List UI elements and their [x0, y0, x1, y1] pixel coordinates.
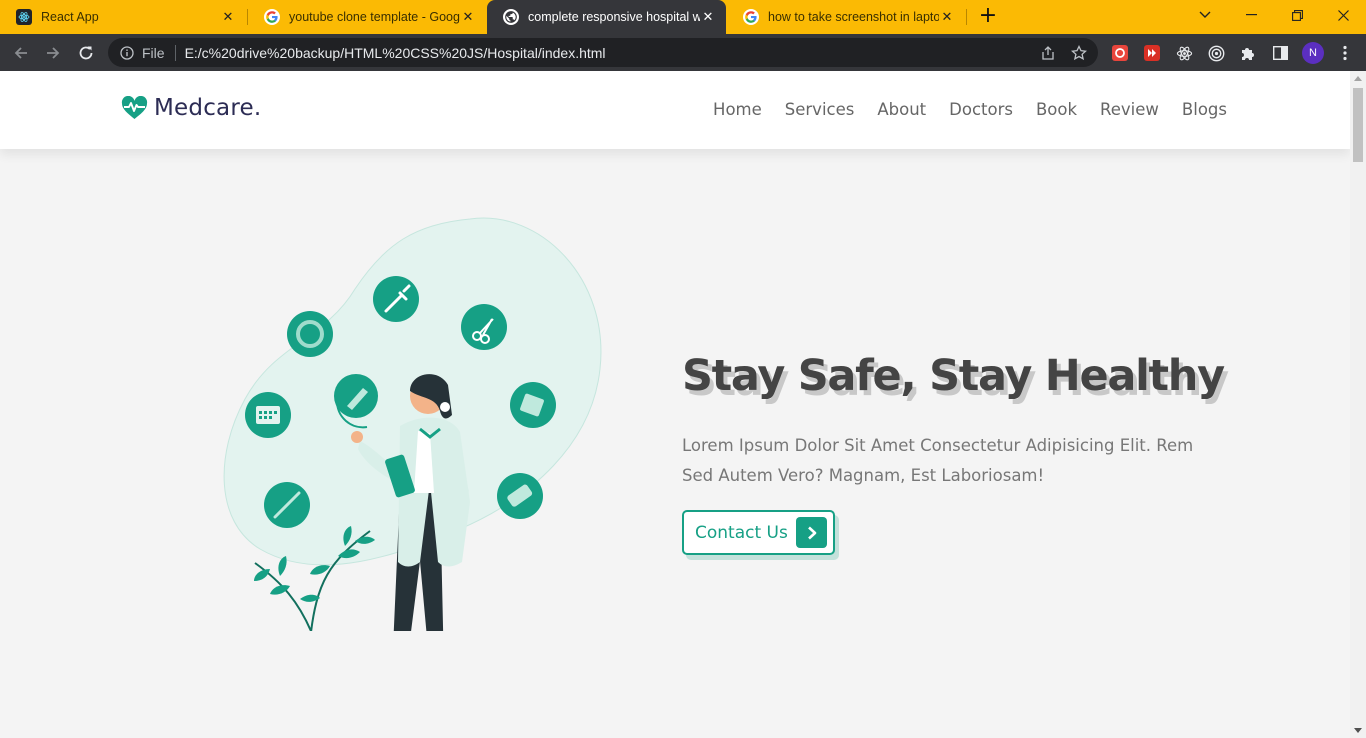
google-icon [743, 9, 759, 25]
tab-title: React App [41, 10, 99, 24]
close-window-button[interactable] [1320, 0, 1366, 30]
video-speed-extension-icon[interactable] [1143, 44, 1161, 62]
doctor-illustration [223, 217, 602, 631]
bookmark-star-icon[interactable] [1069, 44, 1089, 62]
side-panel-icon[interactable] [1271, 44, 1289, 62]
nav-link-review[interactable]: Review [1100, 100, 1159, 119]
syringe-icon [373, 276, 419, 322]
close-icon[interactable]: ✕ [460, 10, 476, 25]
tab-title: youtube clone template - Google [289, 10, 460, 24]
logo-text: Medcare. [154, 95, 262, 121]
globe-icon [503, 9, 519, 25]
profile-avatar[interactable]: N [1302, 42, 1324, 64]
nav-link-home[interactable]: Home [713, 100, 762, 119]
new-tab-button[interactable]: + [976, 5, 1000, 29]
google-icon [264, 9, 280, 25]
tab-strip: React App ✕ youtube clone template - Goo… [0, 0, 1366, 34]
share-icon[interactable] [1038, 44, 1058, 62]
tab-youtube-clone[interactable]: youtube clone template - Google ✕ [248, 0, 486, 34]
ring-icon [287, 311, 333, 357]
arrow-left-icon [14, 47, 27, 59]
reload-button[interactable] [73, 40, 99, 66]
scheme-label: File [142, 44, 165, 61]
browser-toolbar: File E:/c%20drive%20backup/HTML%20CSS%20… [0, 34, 1366, 71]
close-icon[interactable]: ✕ [939, 10, 955, 25]
site-header: Medcare. Home Services About Doctors Boo… [0, 71, 1350, 149]
tab-hospital-website[interactable]: complete responsive hospital web ✕ [487, 0, 726, 34]
back-button[interactable] [8, 40, 34, 66]
tablet-pack-icon [510, 382, 556, 428]
close-icon[interactable]: ✕ [220, 10, 236, 25]
nav-link-book[interactable]: Book [1036, 100, 1077, 119]
screen-recorder-extension-icon[interactable] [1111, 44, 1129, 62]
tab-separator [966, 9, 967, 25]
close-icon[interactable]: ✕ [700, 10, 716, 25]
chevron-right-icon [796, 517, 827, 548]
url-text[interactable]: E:/c%20drive%20backup/HTML%20CSS%20JS/Ho… [185, 45, 606, 61]
tab-search-button[interactable] [1182, 0, 1228, 30]
site-logo[interactable]: Medcare. [121, 95, 261, 121]
scroll-up-arrow-icon[interactable] [1354, 76, 1362, 81]
contact-us-label: Contact Us [695, 522, 788, 543]
restore-button[interactable] [1274, 0, 1320, 30]
tab-title: complete responsive hospital web [528, 10, 700, 24]
react-devtools-icon[interactable] [1175, 44, 1193, 62]
info-icon[interactable] [120, 45, 134, 60]
hero-title: Stay Safe, Stay Healthy [682, 351, 1225, 401]
nav-link-blogs[interactable]: Blogs [1182, 100, 1227, 119]
nav-link-services[interactable]: Services [785, 100, 855, 119]
heartbeat-icon [121, 96, 148, 119]
address-bar[interactable]: File E:/c%20drive%20backup/HTML%20CSS%20… [108, 38, 1098, 67]
forward-button[interactable] [40, 40, 66, 66]
tab-react-app[interactable]: React App ✕ [0, 0, 246, 34]
scrollbar-thumb[interactable] [1353, 88, 1363, 162]
target-extension-icon[interactable] [1207, 44, 1225, 62]
chevron-down-icon [1199, 11, 1211, 18]
hero-description: Lorem Ipsum Dolor Sit Amet Consectetur A… [682, 436, 1194, 485]
pills-icon [497, 473, 543, 519]
scissors-icon [461, 304, 507, 350]
minimize-button[interactable] [1228, 0, 1274, 30]
tab-screenshot-search[interactable]: how to take screenshot in laptop ✕ [727, 0, 965, 34]
calendar-icon [245, 392, 291, 438]
nav-link-about[interactable]: About [877, 100, 926, 119]
kebab-menu-icon[interactable] [1336, 44, 1354, 62]
reload-icon [79, 46, 93, 60]
omnibox-divider [174, 44, 176, 61]
main-nav: Home Services About Doctors Book Review … [713, 100, 1227, 119]
scroll-down-arrow-icon[interactable] [1354, 728, 1362, 733]
thermometer-icon [264, 482, 310, 528]
page-viewport: Medcare. Home Services About Doctors Boo… [0, 71, 1350, 738]
close-icon [1337, 9, 1349, 21]
contact-us-button[interactable]: Contact Us [682, 510, 835, 555]
page-scrollbar[interactable] [1350, 71, 1366, 738]
tab-title: how to take screenshot in laptop [768, 10, 939, 24]
puzzle-icon[interactable] [1239, 44, 1257, 62]
arrow-right-icon [47, 47, 60, 59]
restore-icon [1291, 9, 1303, 21]
nav-link-doctors[interactable]: Doctors [949, 100, 1013, 119]
react-icon [16, 9, 32, 25]
minimize-icon [1245, 14, 1257, 16]
